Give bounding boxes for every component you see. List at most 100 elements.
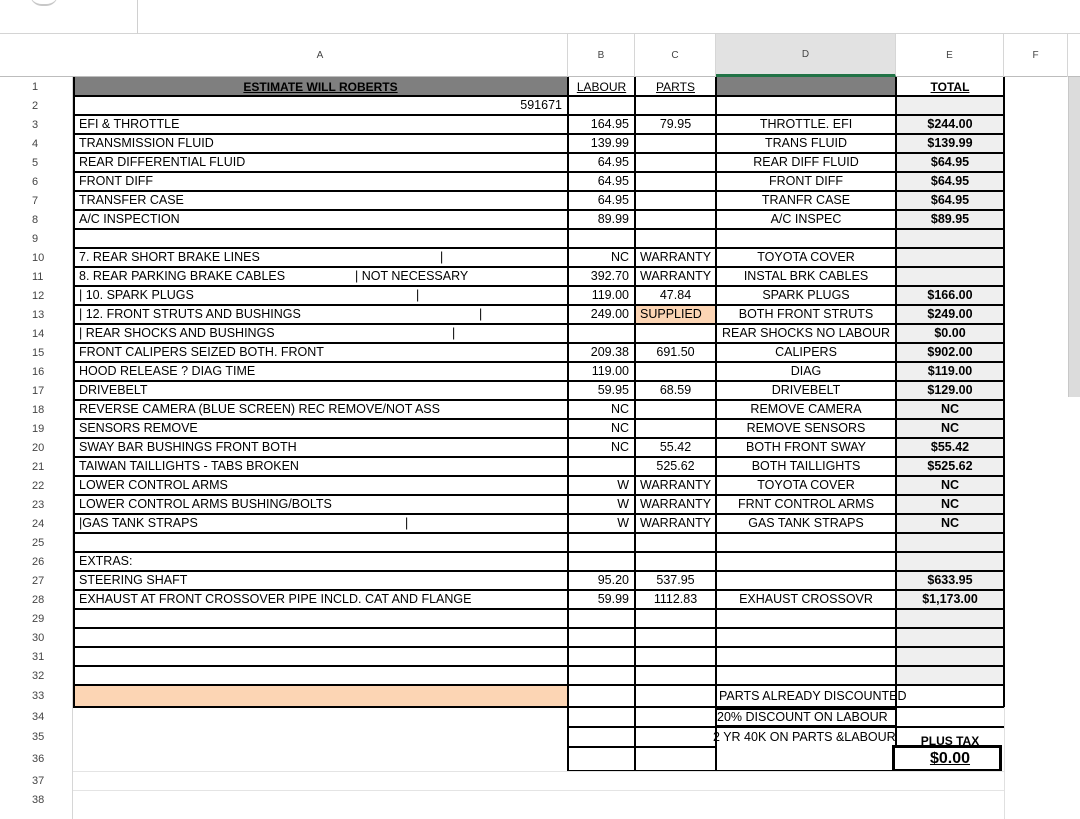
- column-header-d[interactable]: D: [716, 34, 896, 77]
- item-labour[interactable]: NC: [568, 419, 635, 438]
- item-total[interactable]: $244.00: [896, 115, 1004, 134]
- column-header-c[interactable]: C: [635, 34, 716, 77]
- item-short-label[interactable]: DRIVEBELT: [716, 381, 896, 400]
- item-parts[interactable]: WARRANTY: [635, 267, 716, 286]
- row-header[interactable]: 10: [0, 248, 73, 267]
- item-description[interactable]: | 10. SPARK PLUGS: [73, 286, 568, 305]
- row-header[interactable]: 17: [0, 381, 73, 400]
- item-labour[interactable]: 95.20: [568, 571, 635, 590]
- row-header[interactable]: 32: [0, 666, 73, 685]
- item-labour[interactable]: W: [568, 476, 635, 495]
- item-short-label[interactable]: TRANFR CASE: [716, 191, 896, 210]
- item-short-label[interactable]: TOYOTA COVER: [716, 248, 896, 267]
- row-header[interactable]: 24: [0, 514, 73, 533]
- item-short-label[interactable]: THROTTLE. EFI: [716, 115, 896, 134]
- item-short-label[interactable]: [716, 552, 896, 571]
- item-total[interactable]: NC: [896, 495, 1004, 514]
- row-header[interactable]: 35: [0, 727, 73, 747]
- item-parts[interactable]: 691.50: [635, 343, 716, 362]
- item-total[interactable]: [896, 552, 1004, 571]
- item-parts[interactable]: 1112.83: [635, 590, 716, 609]
- item-description[interactable]: HOOD RELEASE ? DIAG TIME: [73, 362, 568, 381]
- header-total[interactable]: TOTAL: [896, 77, 1004, 96]
- item-parts[interactable]: WARRANTY: [635, 476, 716, 495]
- item-labour[interactable]: NC: [568, 248, 635, 267]
- item-description[interactable]: REVERSE CAMERA (BLUE SCREEN) REC REMOVE/…: [73, 400, 568, 419]
- item-total[interactable]: $525.62: [896, 457, 1004, 476]
- item-short-label[interactable]: REAR SHOCKS NO LABOUR: [716, 324, 896, 343]
- item-total[interactable]: $633.95: [896, 571, 1004, 590]
- item-total[interactable]: $0.00: [896, 324, 1004, 343]
- row-header[interactable]: 11: [0, 267, 73, 286]
- row-header[interactable]: 1: [0, 77, 73, 96]
- grand-total-value[interactable]: $0.00: [896, 747, 1004, 771]
- item-labour[interactable]: W: [568, 514, 635, 533]
- row-header[interactable]: 31: [0, 647, 73, 666]
- note-warranty[interactable]: 2 YR 40K ON PARTS &LABOUR: [713, 727, 895, 747]
- row-header[interactable]: 25: [0, 533, 73, 552]
- item-total[interactable]: $902.00: [896, 343, 1004, 362]
- item-description[interactable]: STEERING SHAFT: [73, 571, 568, 590]
- item-parts[interactable]: [635, 324, 716, 343]
- item-description[interactable]: FRONT CALIPERS SEIZED BOTH. FRONT: [73, 343, 568, 362]
- item-total[interactable]: $119.00: [896, 362, 1004, 381]
- item-short-label[interactable]: DIAG: [716, 362, 896, 381]
- row-header[interactable]: 14: [0, 324, 73, 343]
- row-header[interactable]: 22: [0, 476, 73, 495]
- item-short-label[interactable]: TOYOTA COVER: [716, 476, 896, 495]
- item-short-label[interactable]: BOTH FRONT SWAY: [716, 438, 896, 457]
- item-total[interactable]: [896, 248, 1004, 267]
- item-short-label[interactable]: GAS TANK STRAPS: [716, 514, 896, 533]
- item-description[interactable]: TAIWAN TAILLIGHTS - TABS BROKEN: [73, 457, 568, 476]
- row-header[interactable]: 37: [0, 771, 73, 790]
- item-total[interactable]: $1,173.00: [896, 590, 1004, 609]
- item-description[interactable]: | REAR SHOCKS AND BUSHINGS: [73, 324, 568, 343]
- row-header[interactable]: 12: [0, 286, 73, 305]
- row-header[interactable]: 5: [0, 153, 73, 172]
- item-labour[interactable]: 59.99: [568, 590, 635, 609]
- item-parts[interactable]: WARRANTY: [635, 514, 716, 533]
- note-discount-labour[interactable]: 20% DISCOUNT ON LABOUR: [717, 707, 897, 727]
- item-labour[interactable]: 119.00: [568, 286, 635, 305]
- item-description[interactable]: | 12. FRONT STRUTS AND BUSHINGS: [73, 305, 568, 324]
- item-labour[interactable]: 209.38: [568, 343, 635, 362]
- item-description[interactable]: |GAS TANK STRAPS: [73, 514, 568, 533]
- row-header[interactable]: 8: [0, 210, 73, 229]
- item-total[interactable]: $64.95: [896, 191, 1004, 210]
- item-labour[interactable]: 119.00: [568, 362, 635, 381]
- item-total[interactable]: NC: [896, 514, 1004, 533]
- not-necessary-note[interactable]: | NOT NECESSARY: [355, 267, 540, 286]
- item-description[interactable]: 7. REAR SHORT BRAKE LINES: [73, 248, 568, 267]
- name-box[interactable]: [0, 0, 138, 34]
- item-description[interactable]: TRANSMISSION FLUID: [73, 134, 568, 153]
- row-header[interactable]: 16: [0, 362, 73, 381]
- item-labour[interactable]: W: [568, 495, 635, 514]
- item-parts[interactable]: [635, 210, 716, 229]
- item-description[interactable]: SENSORS REMOVE: [73, 419, 568, 438]
- item-total[interactable]: $129.00: [896, 381, 1004, 400]
- item-labour[interactable]: 164.95: [568, 115, 635, 134]
- item-short-label[interactable]: A/C INSPEC: [716, 210, 896, 229]
- item-short-label[interactable]: FRNT CONTROL ARMS: [716, 495, 896, 514]
- item-description[interactable]: SWAY BAR BUSHINGS FRONT BOTH: [73, 438, 568, 457]
- item-parts[interactable]: 55.42: [635, 438, 716, 457]
- row-header[interactable]: 34: [0, 707, 73, 727]
- item-parts[interactable]: 47.84: [635, 286, 716, 305]
- item-description[interactable]: FRONT DIFF: [73, 172, 568, 191]
- item-short-label[interactable]: TRANS FLUID: [716, 134, 896, 153]
- reference-number[interactable]: 591671: [73, 96, 568, 115]
- column-header-e[interactable]: E: [896, 34, 1004, 77]
- item-labour[interactable]: NC: [568, 400, 635, 419]
- item-total[interactable]: NC: [896, 476, 1004, 495]
- item-short-label[interactable]: EXHAUST CROSSOVR: [716, 590, 896, 609]
- row-header[interactable]: 2: [0, 96, 73, 115]
- item-labour[interactable]: 139.99: [568, 134, 635, 153]
- item-parts[interactable]: [635, 552, 716, 571]
- item-parts[interactable]: [635, 400, 716, 419]
- item-total[interactable]: $64.95: [896, 172, 1004, 191]
- item-parts[interactable]: 537.95: [635, 571, 716, 590]
- row-header[interactable]: 6: [0, 172, 73, 191]
- item-description[interactable]: TRANSFER CASE: [73, 191, 568, 210]
- row-header[interactable]: 15: [0, 343, 73, 362]
- vertical-scrollbar[interactable]: [1068, 77, 1080, 397]
